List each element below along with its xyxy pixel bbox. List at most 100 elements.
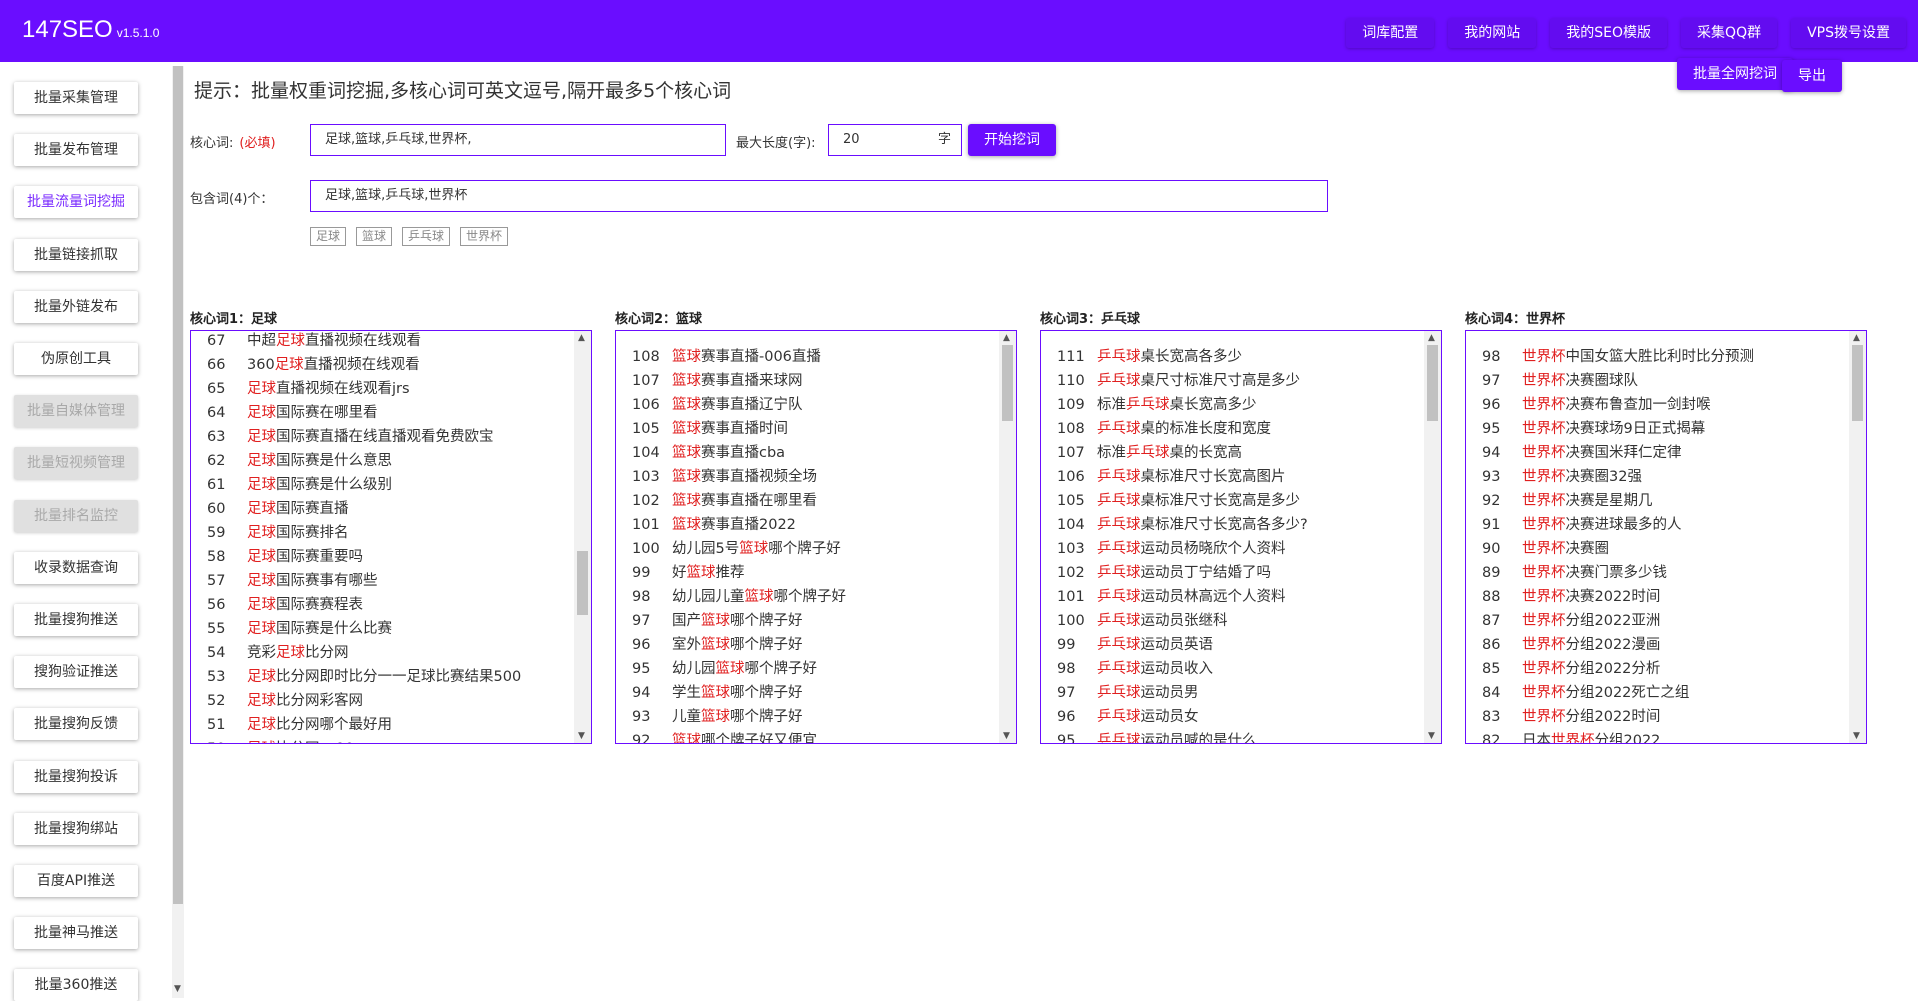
tag-item[interactable]: 篮球: [356, 227, 393, 246]
list-item[interactable]: 101 篮球赛事直播2022: [616, 513, 998, 537]
list-item[interactable]: 87 世界杯分组2022亚洲: [1466, 609, 1848, 633]
list-item[interactable]: 89 世界杯决赛门票多少钱: [1466, 561, 1848, 585]
list-item[interactable]: 62 足球国际赛是什么意思: [191, 449, 573, 473]
list-item[interactable]: 105 篮球赛事直播时间: [616, 417, 998, 441]
scroll-up-arrow-icon[interactable]: ▲: [578, 333, 585, 343]
nav-vps-settings[interactable]: VPS拨号设置: [1791, 18, 1906, 48]
list-item[interactable]: 99 好篮球推荐: [616, 561, 998, 585]
list-item[interactable]: 94 学生篮球哪个牌子好: [616, 681, 998, 705]
list-item[interactable]: 56 足球国际赛赛程表: [191, 593, 573, 617]
sidebar-item[interactable]: 批量搜狗绑站: [14, 812, 138, 845]
sidebar-scroll-thumb[interactable]: [173, 66, 183, 904]
batch-all-button[interactable]: 批量全网挖词: [1677, 58, 1793, 90]
list-item[interactable]: 106 篮球赛事直播辽宁队: [616, 393, 998, 417]
list-item[interactable]: 103 乒乓球运动员杨晓欣个人资料: [1041, 537, 1423, 561]
list-item[interactable]: 103 篮球赛事直播视频全场: [616, 465, 998, 489]
sidebar-item[interactable]: 批量搜狗反馈: [14, 708, 138, 741]
list-item[interactable]: 61 足球国际赛是什么级别: [191, 473, 573, 497]
keyword-result-list[interactable]: 108 篮球赛事直播-006直播 107 篮球赛事直播来球网 106 篮球赛事直播辽宁队 1…: [615, 330, 1017, 744]
list-item[interactable]: 84 世界杯分组2022死亡之组: [1466, 681, 1848, 705]
list-item[interactable]: 97 世界杯决赛圈球队: [1466, 369, 1848, 393]
include-words-input[interactable]: 足球,篮球,乒乓球,世界杯: [310, 180, 1328, 212]
list-item[interactable]: 102 篮球赛事直播在哪里看: [616, 489, 998, 513]
scroll-up-arrow-icon[interactable]: ▲: [1003, 333, 1010, 343]
list-item[interactable]: 107 标准乒乓球桌的长宽高: [1041, 441, 1423, 465]
list-item[interactable]: 105 乒乓球桌标准尺寸长宽高是多少: [1041, 489, 1423, 513]
keyword-result-list[interactable]: 111 乒乓球桌长宽高各多少 110 乒乓球桌尺寸标准尺寸高是多少 109 标准乒乓球桌长…: [1040, 330, 1442, 744]
list-item[interactable]: 91 世界杯决赛进球最多的人: [1466, 513, 1848, 537]
start-mining-button[interactable]: 开始挖词: [968, 124, 1056, 156]
list-item[interactable]: 54 竞彩足球比分网: [191, 641, 573, 665]
list-item[interactable]: 100 乒乓球运动员张继科: [1041, 609, 1423, 633]
list-item[interactable]: 51 足球比分网哪个最好用: [191, 713, 573, 737]
list-item[interactable]: 110 乒乓球桌尺寸标准尺寸高是多少: [1041, 369, 1423, 393]
scroll-down-arrow-icon[interactable]: ▼: [174, 984, 181, 994]
sidebar-item[interactable]: 批量链接抓取: [14, 238, 138, 271]
list-item[interactable]: 66 360足球直播视频在线观看: [191, 353, 573, 377]
sidebar-item[interactable]: 搜狗验证推送: [14, 656, 138, 689]
list-item[interactable]: 96 室外篮球哪个牌子好: [616, 633, 998, 657]
list-scrollbar[interactable]: ▲ ▼: [1424, 331, 1441, 743]
list-scrollbar[interactable]: ▲ ▼: [999, 331, 1016, 743]
list-item[interactable]: 85 世界杯分组2022分析: [1466, 657, 1848, 681]
tag-item[interactable]: 足球: [310, 227, 347, 246]
list-scroll-thumb[interactable]: [1427, 345, 1438, 421]
list-item[interactable]: 94 世界杯决赛国米拜仁定律: [1466, 441, 1848, 465]
scroll-up-arrow-icon[interactable]: ▲: [1428, 333, 1435, 343]
list-item[interactable]: 64 足球国际赛在哪里看: [191, 401, 573, 425]
list-item[interactable]: 96 乒乓球运动员女: [1041, 705, 1423, 729]
list-scroll-thumb[interactable]: [1002, 345, 1013, 421]
export-button[interactable]: 导出: [1782, 60, 1842, 92]
list-item[interactable]: 55 足球国际赛是什么比赛: [191, 617, 573, 641]
list-scrollbar[interactable]: ▲ ▼: [574, 331, 591, 743]
sidebar-item[interactable]: 批量搜狗推送: [14, 604, 138, 636]
list-item[interactable]: 58 足球国际赛重要吗: [191, 545, 573, 569]
tag-item[interactable]: 世界杯: [460, 227, 509, 246]
scroll-down-arrow-icon[interactable]: ▼: [1853, 731, 1860, 741]
list-item[interactable]: 111 乒乓球桌长宽高各多少: [1041, 345, 1423, 369]
sidebar-item[interactable]: 收录数据查询: [14, 551, 138, 584]
list-item[interactable]: 100 幼儿园5号篮球哪个牌子好: [616, 537, 998, 561]
list-item[interactable]: 99 乒乓球运动员英语: [1041, 633, 1423, 657]
sidebar-scrollbar[interactable]: ▼: [172, 66, 184, 998]
list-item[interactable]: 65 足球直播视频在线观看jrs: [191, 377, 573, 401]
list-item[interactable]: 104 篮球赛事直播cba: [616, 441, 998, 465]
list-item[interactable]: 95 乒乓球运动员喊的是什么: [1041, 729, 1423, 743]
list-item[interactable]: 63 足球国际赛直播在线直播观看免费欧宝: [191, 425, 573, 449]
list-item[interactable]: 95 世界杯决赛球场9日正式揭幕: [1466, 417, 1848, 441]
scroll-down-arrow-icon[interactable]: ▼: [578, 731, 585, 741]
list-item[interactable]: 57 足球国际赛事有哪些: [191, 569, 573, 593]
sidebar-item[interactable]: 批量搜狗投诉: [14, 760, 138, 793]
scroll-up-arrow-icon[interactable]: ▲: [1853, 333, 1860, 343]
sidebar-item[interactable]: 批量流量词挖掘: [14, 186, 138, 219]
list-item[interactable]: 106 乒乓球桌标准尺寸长宽高图片: [1041, 465, 1423, 489]
list-item[interactable]: 92 篮球哪个牌子好又便宜: [616, 729, 998, 743]
list-item[interactable]: 98 世界杯中国女篮大胜比利时比分预测: [1466, 345, 1848, 369]
list-item[interactable]: 95 幼儿园篮球哪个牌子好: [616, 657, 998, 681]
nav-my-seo-templates[interactable]: 我的SEO模版: [1550, 18, 1668, 48]
list-item[interactable]: 101 乒乓球运动员林高远个人资料: [1041, 585, 1423, 609]
sidebar-item[interactable]: 批量采集管理: [14, 82, 138, 114]
list-scroll-thumb[interactable]: [1852, 345, 1863, 421]
list-item[interactable]: 96 世界杯决赛布鲁查加一剑封喉: [1466, 393, 1848, 417]
list-item[interactable]: 88 世界杯决赛2022时间: [1466, 585, 1848, 609]
list-item[interactable]: 53 足球比分网即时比分一一足球比赛结果500: [191, 665, 573, 689]
sidebar-item[interactable]: 批量发布管理: [14, 134, 138, 167]
keyword-result-list[interactable]: 98 世界杯中国女篮大胜比利时比分预测 97 世界杯决赛圈球队 96 世界杯决赛布鲁查加一…: [1465, 330, 1867, 744]
tag-item[interactable]: 乒乓球: [402, 227, 451, 246]
sidebar-item[interactable]: 批量外链发布: [14, 290, 138, 323]
list-item[interactable]: 108 乒乓球桌的标准长度和宽度: [1041, 417, 1423, 441]
list-item[interactable]: 109 标准乒乓球桌长宽高多少: [1041, 393, 1423, 417]
nav-my-sites[interactable]: 我的网站: [1448, 18, 1537, 48]
list-item[interactable]: 97 乒乓球运动员男: [1041, 681, 1423, 705]
list-item[interactable]: 82 日本世界杯分组2022: [1466, 729, 1848, 743]
list-item[interactable]: 67 中超足球直播视频在线观看: [191, 331, 573, 353]
list-item[interactable]: 93 世界杯决赛圈32强: [1466, 465, 1848, 489]
list-item[interactable]: 59 足球国际赛排名: [191, 521, 573, 545]
sidebar-item[interactable]: 伪原创工具: [14, 343, 138, 375]
list-item[interactable]: 102 乒乓球运动员丁宁结婚了吗: [1041, 561, 1423, 585]
list-item[interactable]: 107 篮球赛事直播来球网: [616, 369, 998, 393]
sidebar-item[interactable]: 批量360推送: [14, 969, 138, 1001]
list-item[interactable]: 98 乒乓球运动员收入: [1041, 657, 1423, 681]
list-item[interactable]: 93 儿童篮球哪个牌子好: [616, 705, 998, 729]
